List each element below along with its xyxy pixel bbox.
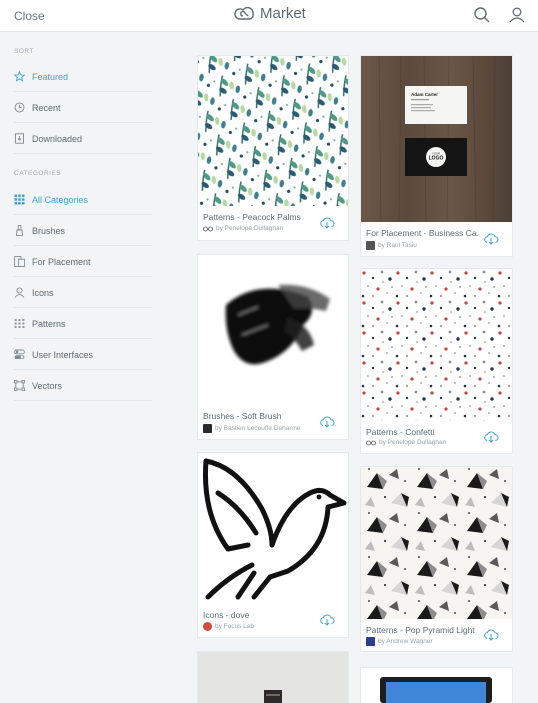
sidebar-item-downloaded[interactable]: Downloaded [14, 124, 152, 154]
asset-author-name: by Bastien Lecouffe Deharme [215, 425, 301, 432]
brush-icon [14, 225, 25, 236]
asset-thumbnail [198, 255, 348, 405]
asset-title: Patterns - Pop Pyramid Light [366, 625, 475, 635]
asset-thumbnail [361, 467, 512, 619]
sidebar-item-vectors[interactable]: Vectors [14, 371, 152, 401]
asset-thumbnail [198, 453, 348, 603]
sidebar-item-label: Recent [32, 102, 61, 113]
asset-author-name: by Penelope Dullaghan [216, 225, 284, 232]
brand: Market [234, 5, 306, 22]
author-avatar-icon [366, 241, 375, 250]
sidebar-item-patterns[interactable]: Patterns [14, 309, 152, 339]
sidebar-item-label: Featured [32, 71, 69, 82]
author-avatar-icon [203, 424, 212, 433]
star-icon [14, 71, 25, 82]
cloud-download-icon[interactable] [483, 431, 499, 443]
logo-placeholder-text: LOGO [429, 156, 444, 162]
grid-icon [14, 194, 25, 205]
brand-title: Market [260, 5, 306, 22]
creative-cloud-logo-icon [234, 6, 254, 20]
vector-icon [14, 380, 25, 391]
asset-title: Icons - dove [203, 610, 250, 620]
sidebar-item-icons[interactable]: Icons [14, 278, 152, 308]
sidebar-item-user-interfaces[interactable]: User Interfaces [14, 340, 152, 370]
asset-card[interactable]: Patterns - Pop Pyramid Light by Andrew W… [361, 467, 512, 651]
asset-thumbnail [361, 668, 512, 703]
asset-author-name: by Raul Tasiu [378, 242, 417, 249]
asset-thumbnail [198, 56, 348, 206]
person-icon [14, 287, 25, 298]
sidebar-item-label: User Interfaces [32, 349, 94, 360]
sidebar: SORT Featured Recent Downloaded CATEGORI… [0, 33, 168, 703]
asset-card[interactable] [361, 668, 512, 703]
asset-author: by Penelope Dullaghan [203, 225, 283, 232]
placement-icon [14, 256, 25, 267]
cloud-download-icon[interactable] [319, 416, 335, 428]
sidebar-item-label: All Categories [32, 194, 89, 205]
top-bar: Close Market [0, 0, 538, 32]
author-avatar-icon [203, 622, 212, 631]
asset-author: by Andrew Wagner [366, 637, 433, 646]
clock-icon [14, 102, 25, 113]
sidebar-item-featured[interactable]: Featured [14, 62, 152, 92]
author-avatar-icon [366, 637, 375, 646]
asset-author: by Bastien Lecouffe Deharme [203, 424, 301, 433]
asset-card[interactable]: Patterns - Peacock Palms by Penelope Dul… [198, 56, 348, 240]
sidebar-item-label: Vectors [32, 380, 63, 391]
sidebar-item-label: Icons [32, 287, 54, 298]
sort-section-title: SORT [14, 48, 34, 55]
asset-thumbnail: Adam Carter YOUR LOGO [361, 56, 512, 222]
sidebar-item-recent[interactable]: Recent [14, 93, 152, 123]
sidebar-item-all-categories[interactable]: All Categories [14, 185, 152, 215]
author-avatar-icon [366, 440, 376, 445]
asset-author-name: by Andrew Wagner [378, 638, 433, 645]
sidebar-item-label: For Placement [32, 256, 91, 267]
asset-author: by Penelope Dullaghan [366, 439, 446, 446]
pattern-icon [14, 318, 25, 329]
cloud-download-icon[interactable] [483, 233, 499, 245]
download-file-icon [14, 133, 25, 144]
close-button[interactable]: Close [14, 9, 45, 23]
asset-thumbnail [198, 652, 348, 703]
cloud-download-icon[interactable] [319, 217, 335, 229]
sidebar-item-label: Patterns [32, 318, 66, 329]
sidebar-item-label: Downloaded [32, 133, 83, 144]
asset-author: by Raul Tasiu [366, 241, 417, 250]
sidebar-item-label: Brushes [32, 225, 66, 236]
sidebar-item-for-placement[interactable]: For Placement [14, 247, 152, 277]
asset-author-name: by Penelope Dullaghan [379, 439, 447, 446]
author-avatar-icon [203, 226, 213, 231]
asset-card[interactable]: Adam Carter YOUR LOGO For Placement - Bu… [361, 56, 512, 256]
asset-author: by Focus Lab [203, 622, 254, 631]
asset-thumbnail [361, 269, 512, 421]
asset-title: For Placement - Business Ca... [366, 228, 478, 238]
asset-title: Patterns - Confetti [366, 427, 435, 437]
asset-title: Patterns - Peacock Palms [203, 212, 301, 222]
asset-title: Brushes - Soft Brush [203, 411, 282, 421]
asset-card[interactable]: Brushes - Soft Brush by Bastien Lecouffe… [198, 255, 348, 439]
asset-card[interactable]: Patterns - Confetti by Penelope Dullagha… [361, 269, 512, 453]
asset-card[interactable] [198, 652, 348, 703]
cloud-download-icon[interactable] [483, 629, 499, 641]
cloud-download-icon[interactable] [319, 614, 335, 626]
toggle-icon [14, 349, 25, 360]
asset-author-name: by Focus Lab [215, 623, 255, 630]
categories-section-title: CATEGORIES [14, 170, 62, 177]
asset-card[interactable]: Icons - dove by Focus Lab [198, 453, 348, 637]
search-icon[interactable] [473, 6, 491, 24]
user-icon[interactable] [508, 6, 526, 24]
business-card-name: Adam Carter [411, 92, 438, 97]
sidebar-item-brushes[interactable]: Brushes [14, 216, 152, 246]
